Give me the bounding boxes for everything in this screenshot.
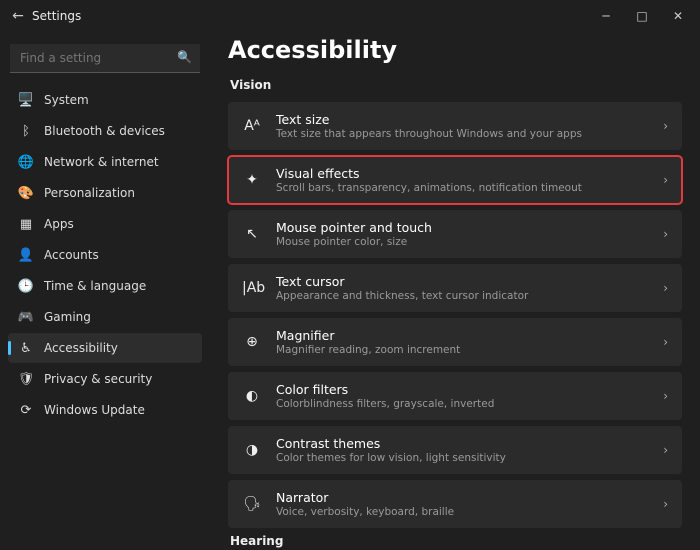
- setting-card-visual-effects[interactable]: ✦ Visual effectsScroll bars, transparency…: [228, 156, 682, 204]
- nav-label: Windows Update: [44, 403, 145, 417]
- search-box[interactable]: 🔍: [10, 44, 200, 73]
- card-text: Text sizeText size that appears througho…: [276, 112, 649, 140]
- nav-label: Bluetooth & devices: [44, 124, 165, 138]
- main-content: Accessibility Vision Aᴬ Text sizeText size…: [210, 32, 700, 550]
- card-icon: ◑: [242, 442, 262, 458]
- sidebar: 🔍 🖥️ System ᛒ Bluetooth & devices 🌐 Network &…: [0, 32, 210, 550]
- setting-card-color-filters[interactable]: ◐ Color filtersColorblindness filters, gr…: [228, 372, 682, 420]
- chevron-right-icon: ›: [663, 281, 668, 295]
- section-title: Hearing: [230, 534, 682, 548]
- card-subtitle: Text size that appears throughout Window…: [276, 128, 649, 140]
- nav-label: Privacy & security: [44, 372, 152, 386]
- nav-icon: 🎮: [18, 309, 34, 325]
- nav-label: Gaming: [44, 310, 91, 324]
- card-text: Color filtersColorblindness filters, gra…: [276, 382, 649, 410]
- sidebar-item-bluetooth-devices[interactable]: ᛒ Bluetooth & devices: [8, 116, 202, 146]
- nav-icon: 👤: [18, 247, 34, 263]
- chevron-right-icon: ›: [663, 173, 668, 187]
- card-subtitle: Scroll bars, transparency, animations, n…: [276, 182, 649, 194]
- nav-label: Personalization: [44, 186, 135, 200]
- sidebar-item-system[interactable]: 🖥️ System: [8, 85, 202, 115]
- card-text: NarratorVoice, verbosity, keyboard, brai…: [276, 490, 649, 518]
- chevron-right-icon: ›: [663, 119, 668, 133]
- setting-card-text-cursor[interactable]: |Ab Text cursorAppearance and thickness, …: [228, 264, 682, 312]
- card-icon: |Ab: [242, 280, 262, 296]
- card-title: Text size: [276, 112, 649, 127]
- sidebar-item-time-language[interactable]: 🕒 Time & language: [8, 271, 202, 301]
- nav-icon: ♿: [18, 340, 34, 356]
- nav-icon: ⟳: [18, 402, 34, 418]
- nav-label: Accessibility: [44, 341, 118, 355]
- card-icon: ✦: [242, 172, 262, 188]
- nav-icon: ▦: [18, 216, 34, 232]
- sidebar-item-accounts[interactable]: 👤 Accounts: [8, 240, 202, 270]
- card-subtitle: Voice, verbosity, keyboard, braille: [276, 506, 649, 518]
- nav-icon: 🖥️: [18, 92, 34, 108]
- search-icon: 🔍: [177, 50, 192, 64]
- chevron-right-icon: ›: [663, 335, 668, 349]
- back-button[interactable]: ←: [4, 8, 32, 24]
- card-icon: 🗣: [242, 496, 262, 512]
- nav-label: System: [44, 93, 89, 107]
- card-text: Visual effectsScroll bars, transparency,…: [276, 166, 649, 194]
- chevron-right-icon: ›: [663, 443, 668, 457]
- maximize-button[interactable]: □: [624, 9, 660, 23]
- setting-card-mouse-pointer-and-touch[interactable]: ↖ Mouse pointer and touchMouse pointer co…: [228, 210, 682, 258]
- sidebar-item-gaming[interactable]: 🎮 Gaming: [8, 302, 202, 332]
- page-title: Accessibility: [228, 36, 682, 64]
- window-controls: ─ □ ✕: [588, 9, 696, 23]
- sidebar-item-windows-update[interactable]: ⟳ Windows Update: [8, 395, 202, 425]
- nav-icon: 🌐: [18, 154, 34, 170]
- card-subtitle: Color themes for low vision, light sensi…: [276, 452, 649, 464]
- card-title: Visual effects: [276, 166, 649, 181]
- card-title: Color filters: [276, 382, 649, 397]
- sidebar-item-privacy-security[interactable]: 🛡 Privacy & security: [8, 364, 202, 394]
- card-title: Narrator: [276, 490, 649, 505]
- close-button[interactable]: ✕: [660, 9, 696, 23]
- chevron-right-icon: ›: [663, 227, 668, 241]
- card-title: Mouse pointer and touch: [276, 220, 649, 235]
- sidebar-item-accessibility[interactable]: ♿ Accessibility: [8, 333, 202, 363]
- card-title: Contrast themes: [276, 436, 649, 451]
- card-subtitle: Magnifier reading, zoom increment: [276, 344, 649, 356]
- sidebar-item-network-internet[interactable]: 🌐 Network & internet: [8, 147, 202, 177]
- card-subtitle: Appearance and thickness, text cursor in…: [276, 290, 649, 302]
- setting-card-magnifier[interactable]: ⊕ MagnifierMagnifier reading, zoom increm…: [228, 318, 682, 366]
- setting-card-contrast-themes[interactable]: ◑ Contrast themesColor themes for low vis…: [228, 426, 682, 474]
- sidebar-item-apps[interactable]: ▦ Apps: [8, 209, 202, 239]
- nav-icon: ᛒ: [18, 123, 34, 139]
- card-icon: ⊕: [242, 334, 262, 350]
- card-icon: Aᴬ: [242, 118, 262, 134]
- minimize-button[interactable]: ─: [588, 9, 624, 23]
- card-title: Magnifier: [276, 328, 649, 343]
- nav-label: Time & language: [44, 279, 146, 293]
- nav-label: Apps: [44, 217, 74, 231]
- chevron-right-icon: ›: [663, 389, 668, 403]
- card-text: Text cursorAppearance and thickness, tex…: [276, 274, 649, 302]
- nav-label: Network & internet: [44, 155, 159, 169]
- titlebar: ← Settings ─ □ ✕: [0, 0, 700, 32]
- setting-card-narrator[interactable]: 🗣 NarratorVoice, verbosity, keyboard, bra…: [228, 480, 682, 528]
- card-title: Text cursor: [276, 274, 649, 289]
- nav-icon: 🕒: [18, 278, 34, 294]
- card-subtitle: Mouse pointer color, size: [276, 236, 649, 248]
- card-text: Mouse pointer and touchMouse pointer col…: [276, 220, 649, 248]
- sidebar-item-personalization[interactable]: 🎨 Personalization: [8, 178, 202, 208]
- window-title: Settings: [32, 9, 81, 23]
- card-icon: ◐: [242, 388, 262, 404]
- chevron-right-icon: ›: [663, 497, 668, 511]
- nav-icon: 🎨: [18, 185, 34, 201]
- card-text: Contrast themesColor themes for low visi…: [276, 436, 649, 464]
- card-icon: ↖: [242, 226, 262, 242]
- card-subtitle: Colorblindness filters, grayscale, inver…: [276, 398, 649, 410]
- sidebar-nav: 🖥️ System ᛒ Bluetooth & devices 🌐 Network & i…: [8, 85, 202, 425]
- section-title: Vision: [230, 78, 682, 92]
- card-text: MagnifierMagnifier reading, zoom increme…: [276, 328, 649, 356]
- search-input[interactable]: [10, 44, 200, 73]
- nav-label: Accounts: [44, 248, 99, 262]
- nav-icon: 🛡: [18, 371, 34, 387]
- setting-card-text-size[interactable]: Aᴬ Text sizeText size that appears throug…: [228, 102, 682, 150]
